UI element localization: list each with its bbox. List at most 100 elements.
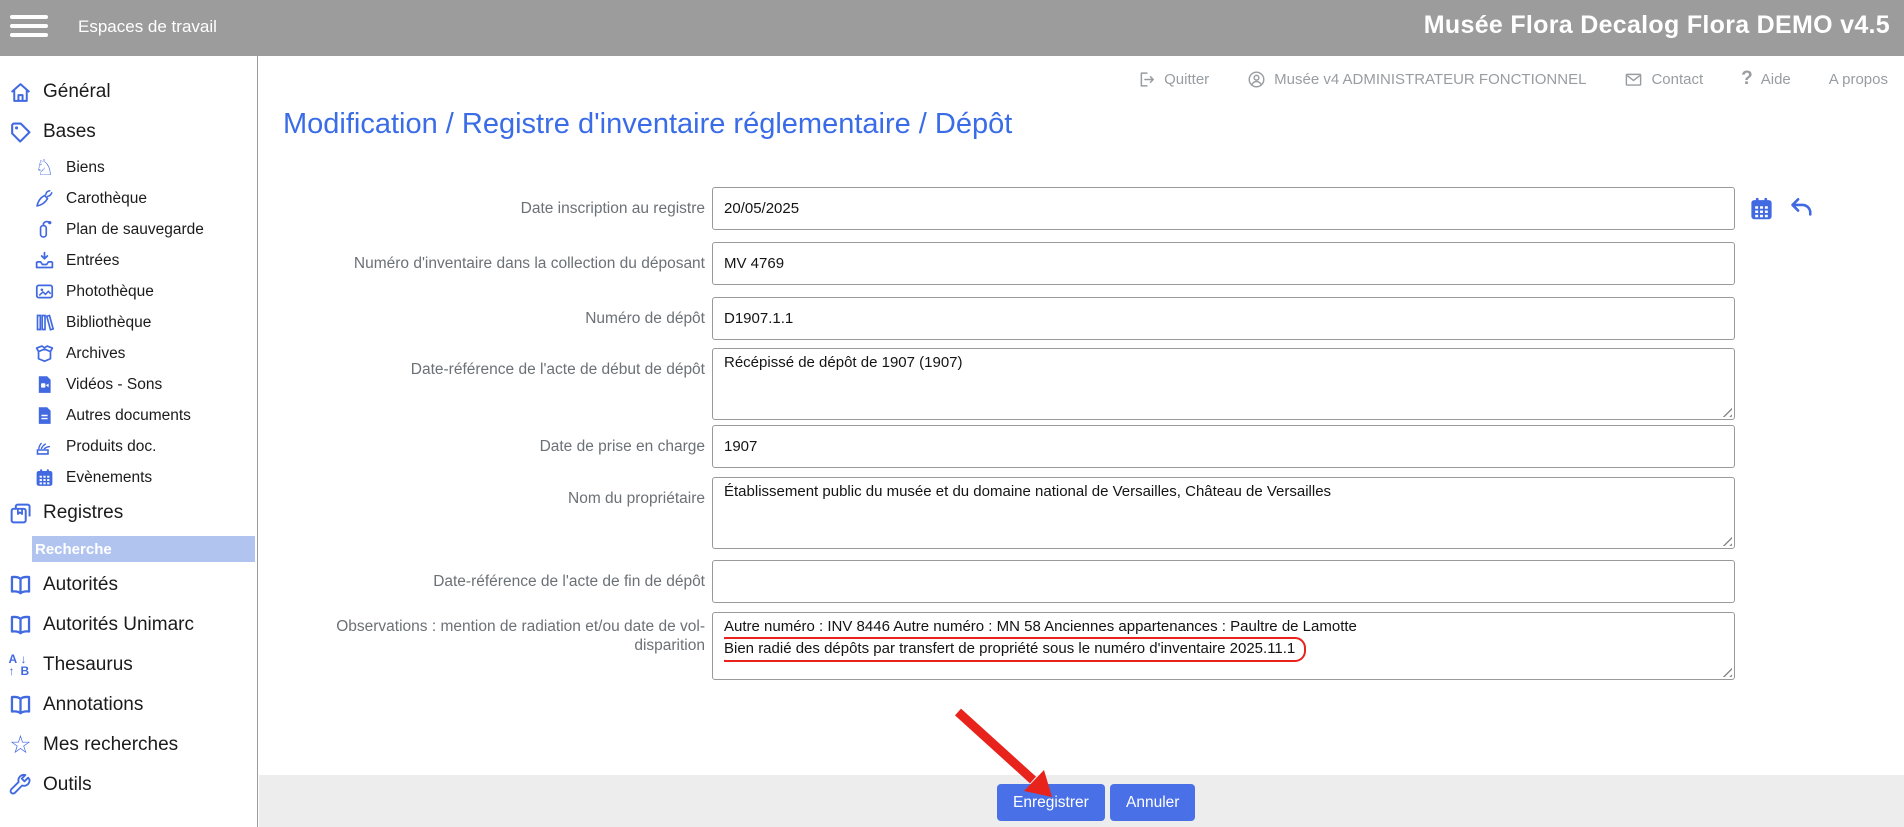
cancel-button[interactable]: Annuler [1110, 784, 1195, 821]
star-icon: ☆ [8, 733, 33, 758]
sidebar-item-label: Autorités Unimarc [43, 614, 194, 636]
sidebar-item-annotations[interactable]: Annotations [0, 685, 257, 725]
textarea-line: Autre numéro : INV 8446 Autre numéro : M… [724, 617, 1723, 637]
sidebar-item-produits-doc[interactable]: Produits doc. [0, 431, 257, 462]
user-icon [1247, 70, 1266, 89]
field-label-observations: Observations : mention de radiation et/o… [313, 612, 705, 655]
help-link[interactable]: ? Aide [1741, 68, 1791, 90]
quit-link[interactable]: Quitter [1137, 70, 1209, 89]
sidebar-item-label: Registres [43, 502, 123, 524]
field-label-date-inscription-registre: Date inscription au registre [259, 187, 705, 218]
sidebar-item-label: Evènements [66, 469, 152, 487]
sidebar-nav: Général Bases ♘Biens Carothèque Plan de sauv… [0, 56, 258, 827]
field-date-reference-fin-depot[interactable] [712, 560, 1735, 603]
undo-icon[interactable] [1788, 195, 1815, 222]
wrench-icon [8, 773, 33, 798]
sidebar-item-archives[interactable]: Archives [0, 338, 257, 369]
book-icon [8, 573, 33, 598]
field-observations[interactable]: Autre numéro : INV 8446 Autre numéro : M… [712, 612, 1735, 680]
user-label: Musée v4 ADMINISTRATEUR FONCTIONNEL [1274, 71, 1586, 88]
sidebar-item-label: Autorités [43, 574, 118, 596]
sidebar-item-videos-sons[interactable]: Vidéos - Sons [0, 369, 257, 400]
sidebar-item-autorites[interactable]: Autorités [0, 565, 257, 605]
utility-bar: Quitter Musée v4 ADMINISTRATEUR FONCTION… [259, 56, 1904, 102]
archives-icon [34, 343, 55, 364]
field-label-numero-inventaire-deposant: Numéro d'inventaire dans la collection d… [259, 242, 705, 273]
field-label-numero-depot: Numéro de dépôt [259, 297, 705, 328]
sidebar-item-phototheque[interactable]: Photothèque [0, 276, 257, 307]
carrot-icon [34, 188, 55, 209]
sidebar-item-autorites-unimarc[interactable]: Autorités Unimarc [0, 605, 257, 645]
sidebar-item-label: Mes recherches [43, 734, 178, 756]
extinguisher-icon [34, 219, 55, 240]
field-date-prise-en-charge[interactable] [712, 425, 1735, 468]
sidebar-item-label: Produits doc. [66, 438, 156, 456]
sidebar-item-plan-de-sauvegarde[interactable]: Plan de sauvegarde [0, 214, 257, 245]
annotation-highlight-box: Bien radié des dépôts par transfert de p… [724, 637, 1306, 662]
about-link[interactable]: A propos [1829, 71, 1888, 88]
app-title: Musée Flora Decalog Flora DEMO v4.5 [1424, 11, 1890, 40]
sidebar-item-label: Carothèque [66, 190, 147, 208]
home-icon [8, 80, 33, 105]
sidebar-item-thesaurus[interactable]: A↓↑BThesaurus [0, 645, 257, 685]
about-label: A propos [1829, 71, 1888, 88]
field-action-icons [1748, 195, 1815, 222]
produits-icon [34, 436, 55, 457]
sidebar-item-recherche[interactable]: Recherche [32, 536, 255, 562]
quit-label: Quitter [1164, 71, 1209, 88]
sidebar-item-label: Archives [66, 345, 125, 363]
sidebar-item-label: Annotations [43, 694, 143, 716]
calendar-icon [34, 467, 55, 488]
exit-icon [1137, 70, 1156, 89]
textarea-line: Récépissé de dépôt de 1907 (1907) [724, 353, 1723, 373]
sidebar-item-label: Vidéos - Sons [66, 376, 162, 394]
sidebar-item-label: Autres documents [66, 407, 191, 425]
mail-icon [1624, 70, 1643, 89]
sidebar-item-label: Général [43, 81, 111, 103]
resize-grip-icon[interactable] [1721, 406, 1732, 417]
sidebar-item-general[interactable]: Général [0, 72, 257, 112]
sidebar-item-bases[interactable]: Bases [0, 112, 257, 152]
sidebar-item-biens[interactable]: ♘Biens [0, 152, 257, 183]
registres-icon [8, 501, 33, 526]
save-button[interactable]: Enregistrer [997, 784, 1105, 821]
book-icon [8, 613, 33, 638]
field-nom-proprietaire[interactable]: Établissement public du musée et du doma… [712, 477, 1735, 549]
calendar-icon[interactable] [1748, 195, 1775, 222]
help-label: Aide [1761, 71, 1791, 88]
help-icon: ? [1741, 68, 1753, 90]
sidebar-item-label: Entrées [66, 252, 119, 270]
contact-link[interactable]: Contact [1624, 70, 1703, 89]
resize-grip-icon[interactable] [1721, 666, 1732, 677]
resize-grip-icon[interactable] [1721, 535, 1732, 546]
sidebar-item-mes-recherches[interactable]: ☆ Mes recherches [0, 725, 257, 765]
inbox-down-icon [34, 250, 55, 271]
field-date-reference-debut-depot[interactable]: Récépissé de dépôt de 1907 (1907) [712, 348, 1735, 420]
sidebar-item-evenements[interactable]: Evènements [0, 462, 257, 493]
field-label-date-reference-debut-depot: Date-référence de l'acte de début de dép… [259, 348, 705, 379]
sidebar-item-registres[interactable]: Registres [0, 493, 257, 533]
doc-icon [34, 405, 55, 426]
sidebar-item-entrees[interactable]: Entrées [0, 245, 257, 276]
current-user[interactable]: Musée v4 ADMINISTRATEUR FONCTIONNEL [1247, 70, 1586, 89]
field-date-inscription-registre[interactable] [712, 187, 1735, 230]
field-numero-inventaire-deposant[interactable] [712, 242, 1735, 285]
hamburger-menu-icon[interactable] [10, 13, 48, 43]
field-label-date-prise-en-charge: Date de prise en charge [259, 425, 705, 456]
field-label-nom-proprietaire: Nom du propriétaire [259, 477, 705, 508]
sidebar-item-outils[interactable]: Outils [0, 765, 257, 805]
top-bar: Espaces de travail Musée Flora Decalog F… [0, 0, 1904, 56]
sidebar-item-carotheque[interactable]: Carothèque [0, 183, 257, 214]
photo-icon [34, 281, 55, 302]
tag-icon [8, 120, 33, 145]
field-label-date-reference-fin-depot: Date-référence de l'acte de fin de dépôt [259, 560, 705, 591]
sidebar-item-label: Bases [43, 121, 96, 143]
knight-icon: ♘ [34, 157, 55, 178]
sidebar-item-label: Recherche [35, 541, 112, 558]
field-numero-depot[interactable] [712, 297, 1735, 340]
sidebar-item-autres-documents[interactable]: Autres documents [0, 400, 257, 431]
sidebar-item-bibliotheque[interactable]: Bibliothèque [0, 307, 257, 338]
sidebar-item-label: Outils [43, 774, 92, 796]
book-icon [8, 693, 33, 718]
sidebar-item-label: Plan de sauvegarde [66, 221, 204, 239]
